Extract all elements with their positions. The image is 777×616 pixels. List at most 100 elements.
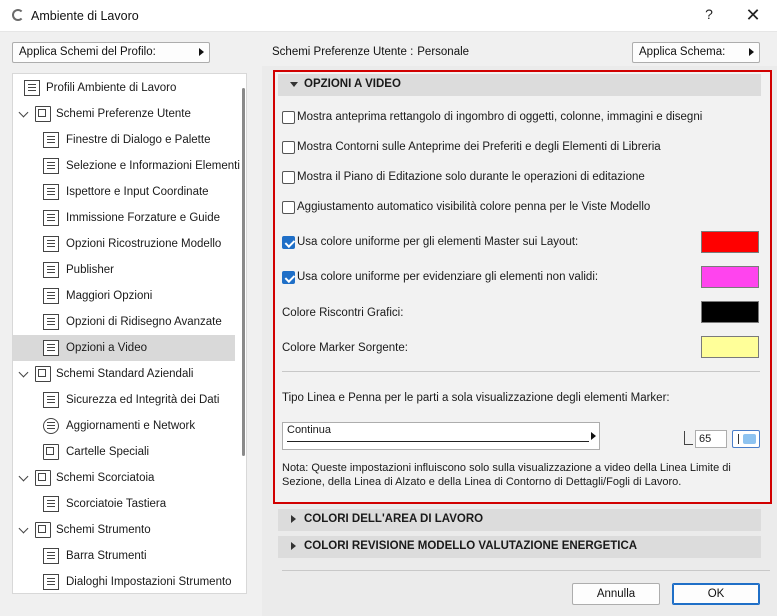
checkbox[interactable] [282,111,295,124]
checkbox[interactable] [282,236,295,249]
source-marker-label: Colore Marker Sorgente: [282,342,408,354]
tree-item-label: Dialoghi Impostazioni Strumento [66,576,232,588]
note-text: Nota: Queste impostazioni influiscono so… [282,462,731,488]
section-title: OPZIONI A VIDEO [304,78,401,90]
tree-item-selection-info[interactable]: Selezione e Informazioni Elementi [13,153,240,179]
dialog-icon [43,132,59,148]
schema-label: Schemi Preferenze Utente : Personale [272,46,469,58]
cursor-icon [43,210,59,226]
tree-item-label: Schemi Strumento [56,524,151,536]
tree-item-data-safety[interactable]: Sicurezza ed Integrità dei Dati [13,387,235,413]
ok-button[interactable]: OK [672,583,760,605]
chevron-right-icon [749,48,754,56]
section-title: COLORI DELL'AREA DI LAVORO [304,513,484,525]
redraw-icon [43,314,59,330]
tree-item-toolbox[interactable]: Barra Strumenti [13,543,235,569]
tree-item-redraw-options[interactable]: Opzioni di Ridisegno Avanzate [13,309,235,335]
checkbox[interactable] [282,171,295,184]
tree-item-user-schemes[interactable]: Schemi Preferenze Utente [13,101,235,127]
folder-icon [43,444,59,460]
tree-item-label: Barra Strumenti [66,550,147,562]
line-type-value: Continua [287,424,332,436]
tree-item-label: Schemi Scorciatoia [56,472,155,484]
tree-item-dialogs-palettes[interactable]: Finestre di Dialogo e Palette [13,127,235,153]
tree-item-more-options[interactable]: Maggiori Opzioni [13,283,235,309]
tree-item-shortcut-schemes[interactable]: Schemi Scorciatoia [13,465,235,491]
tree-item-constraints-guides[interactable]: Immissione Forzature e Guide [13,205,235,231]
profile-icon [24,80,40,96]
graphic-overrides-label: Colore Riscontri Grafici: [282,307,404,319]
tree-item-model-rebuild[interactable]: Opzioni Ricostruzione Modello [13,231,235,257]
tree-item-label: Opzioni Ricostruzione Modello [66,238,222,250]
publisher-icon [43,262,59,278]
graphic-overrides-swatch[interactable] [701,301,759,323]
tree-item-label: Schemi Preferenze Utente [56,108,191,120]
source-marker-swatch[interactable] [701,336,759,358]
apply-profile-schemes-button[interactable]: Applica Schemi del Profilo: [12,42,210,63]
checkbox[interactable] [282,271,295,284]
tree-scrollbar[interactable] [242,88,245,456]
tool-settings-icon [43,574,59,590]
chevron-down-icon[interactable] [18,367,29,378]
tree-item-label: Opzioni a Video [66,342,147,354]
checkbox[interactable] [282,141,295,154]
tree-item-profiles[interactable]: Profili Ambiente di Lavoro [13,75,235,101]
pen-color-picker[interactable] [732,430,760,448]
schema-value: Personale [417,46,470,58]
schema-label-text: Schemi Preferenze Utente : [272,46,414,58]
scheme-folder-icon [35,522,51,538]
tree-item-label: Aggiornamenti e Network [66,420,196,432]
scheme-folder-icon [35,106,51,122]
monitor-icon [43,340,59,356]
option-label: Usa colore uniforme per gli elementi Mas… [297,236,579,248]
chevron-down-icon[interactable] [18,107,29,118]
tree-item-tool-schemes[interactable]: Schemi Strumento [13,517,235,543]
expand-icon [291,515,296,523]
option-label: Aggiustamento automatico visibilità colo… [297,201,651,213]
apply-schema-button[interactable]: Applica Schema: [632,42,760,63]
section-energy-colors[interactable]: COLORI REVISIONE MODELLO VALUTAZIONE ENE… [278,536,761,558]
section-workarea-colors[interactable]: COLORI DELL'AREA DI LAVORO [278,509,761,531]
safety-icon [43,392,59,408]
cancel-button[interactable]: Annulla [572,583,660,605]
close-button[interactable]: ✕ [742,4,764,26]
master-color-swatch[interactable] [701,231,759,253]
tree-item-publisher[interactable]: Publisher [13,257,235,283]
tree-item-label: Immissione Forzature e Guide [66,212,221,224]
option-label: Mostra anteprima rettangolo di ingombro … [297,111,703,123]
apply-schema-label: Applica Schema: [639,46,726,58]
chevron-down-icon[interactable] [18,471,29,482]
tree-item-updates-network[interactable]: Aggiornamenti e Network [13,413,235,439]
app-icon [12,9,24,21]
scheme-folder-icon [35,366,51,382]
divider [282,371,760,372]
tree-item-company-schemes[interactable]: Schemi Standard Aziendali [13,361,235,387]
expand-icon [291,542,296,550]
tree-item-special-folders[interactable]: Cartelle Speciali [13,439,235,465]
globe-icon [43,418,59,434]
invalid-color-swatch[interactable] [701,266,759,288]
pen-number-field[interactable]: 65 [695,430,727,448]
shortcut-icon [43,496,59,512]
tree-item-label: Maggiori Opzioni [66,290,153,302]
chevron-down-icon[interactable] [18,523,29,534]
tree-item-tool-settings-dialogs[interactable]: Dialoghi Impostazioni Strumento [13,569,235,593]
tree-item-label: Finestre di Dialogo e Palette [66,134,211,146]
tree-item-video-options[interactable]: Opzioni a Video [13,335,235,361]
section-video-options[interactable]: OPZIONI A VIDEO [278,74,761,96]
tree-item-label: Sicurezza ed Integrità dei Dati [66,394,220,406]
collapse-icon [290,82,298,87]
tree-item-label: Ispettore e Input Coordinate [66,186,209,198]
line-type-dropdown[interactable]: Continua [282,422,600,450]
tree-item-inspector-coordinates[interactable]: Ispettore e Input Coordinate [13,179,235,205]
help-button[interactable]: ? [700,6,718,26]
chevron-right-icon [199,48,204,56]
line-pen-label: Tipo Linea e Penna per le parti a sola v… [282,392,670,404]
checkbox[interactable] [282,201,295,214]
toolbox-icon [43,548,59,564]
tree-item-keyboard-shortcuts[interactable]: Scorciatoie Tastiera [13,491,235,517]
pen-icon [684,431,693,445]
option-label: Mostra Contorni sulle Anteprime dei Pref… [297,141,661,153]
option-label: Usa colore uniforme per evidenziare gli … [297,271,599,283]
selection-icon [43,158,59,174]
